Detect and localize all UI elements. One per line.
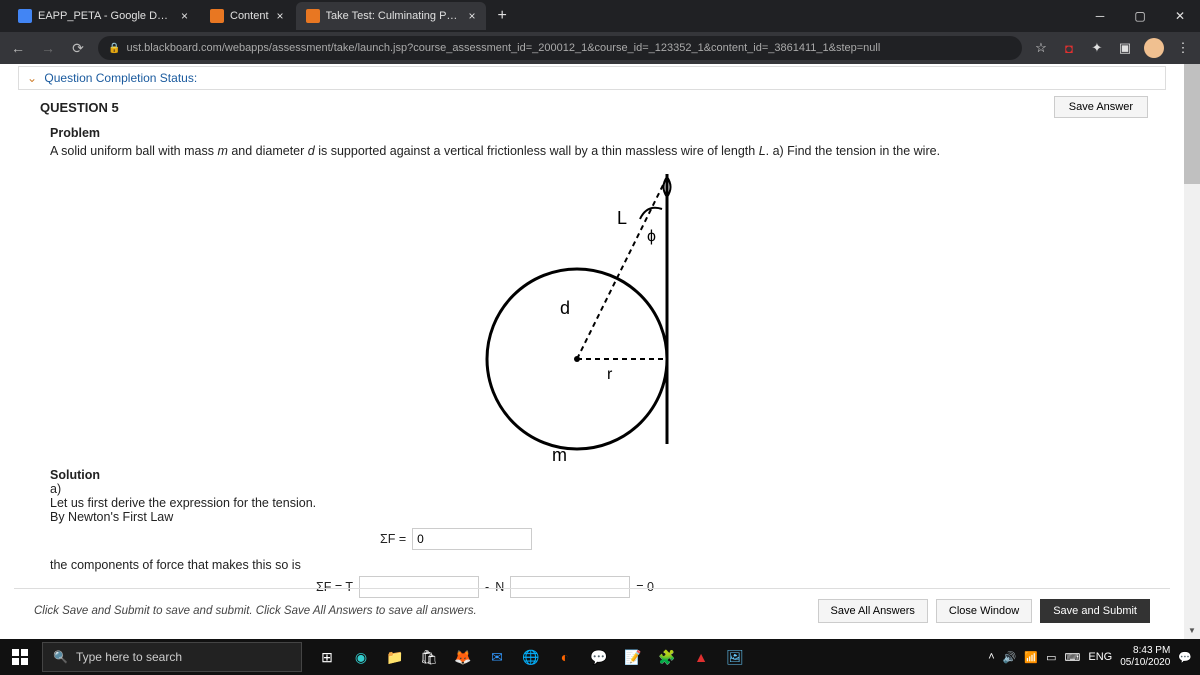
completion-status[interactable]: ⌄ Question Completion Status:	[18, 66, 1166, 90]
browser-tab-strip: EAPP_PETA - Google Docs × Content × Take…	[0, 0, 1200, 32]
status-text: Question Completion Status:	[44, 71, 197, 85]
clock-date: 05/10/2020	[1120, 657, 1170, 669]
problem-label: Problem	[50, 126, 1134, 140]
forward-button[interactable]: →	[38, 40, 58, 56]
messenger-icon[interactable]: 💬	[584, 642, 614, 672]
eq-lhs: ΣF =	[380, 532, 406, 546]
label-m: m	[552, 445, 567, 464]
browser-tab-test[interactable]: Take Test: Culminating PeTa – 020 ×	[296, 2, 486, 30]
url-text: ust.blackboard.com/webapps/assessment/ta…	[126, 42, 880, 54]
label-phi: ϕ	[647, 228, 656, 245]
menu-icon[interactable]: ⋮	[1174, 40, 1192, 56]
solution-part-a: a)	[50, 482, 1134, 496]
clock-time: 8:43 PM	[1120, 645, 1170, 657]
groove-icon[interactable]: ◐	[550, 642, 580, 672]
window-controls: ─ ▢ ✕	[1080, 0, 1200, 32]
page-content: ⌄ Question Completion Status: QUESTION 5…	[0, 64, 1184, 639]
solution-line: the components of force that makes this …	[50, 558, 1134, 572]
profile-avatar[interactable]	[1144, 38, 1164, 58]
problem-text: A solid uniform ball with mass m and dia…	[50, 142, 1134, 161]
eq1-input[interactable]	[412, 528, 532, 550]
search-icon: 🔍	[53, 650, 68, 664]
question-header: QUESTION 5 Save Answer	[0, 96, 1184, 118]
back-button[interactable]: ←	[8, 40, 28, 56]
store-icon[interactable]: 🛍	[414, 642, 444, 672]
browser-tab-content[interactable]: Content ×	[200, 2, 294, 30]
explorer-icon[interactable]: 📁	[380, 642, 410, 672]
question-title: QUESTION 5	[40, 100, 119, 115]
taskbar-search[interactable]: 🔍 Type here to search	[42, 642, 302, 672]
search-placeholder: Type here to search	[76, 650, 182, 664]
mail-icon[interactable]: ✉	[482, 642, 512, 672]
acrobat-icon[interactable]: ▲	[686, 642, 716, 672]
taskbar-clock[interactable]: 8:43 PM 05/10/2020	[1120, 645, 1170, 669]
minimize-button[interactable]: ─	[1080, 0, 1120, 32]
scroll-down-arrow[interactable]: ▼	[1184, 623, 1200, 639]
extensions-icon[interactable]: ✦	[1088, 40, 1106, 56]
chevron-down-icon: ⌄	[27, 71, 37, 85]
task-view-icon[interactable]: ⊞	[312, 642, 342, 672]
close-window-button[interactable]: Close Window	[936, 599, 1032, 623]
solution-line: Let us first derive the expression for t…	[50, 496, 1134, 510]
lock-icon: 🔒	[108, 43, 120, 54]
docs-favicon	[18, 9, 32, 23]
vertical-scrollbar[interactable]: ▲ ▼	[1184, 64, 1200, 639]
windows-taskbar: 🔍 Type here to search ⊞ ◉ 📁 🛍 🦊 ✉ 🌐 ◐ 💬 …	[0, 639, 1200, 675]
new-tab-button[interactable]: +	[488, 7, 517, 25]
tab-title: EAPP_PETA - Google Docs	[38, 10, 173, 22]
label-d: d	[560, 298, 570, 318]
close-window-button[interactable]: ✕	[1160, 0, 1200, 32]
firefox-icon[interactable]: 🦊	[448, 642, 478, 672]
photos-icon[interactable]: 🖼	[720, 642, 750, 672]
notifications-icon[interactable]: 💬	[1178, 651, 1192, 664]
start-button[interactable]	[0, 639, 40, 675]
submit-footer: Click Save and Submit to save and submit…	[14, 588, 1170, 633]
problem-diagram: L ϕ d r m	[472, 169, 712, 464]
blackboard-favicon	[306, 9, 320, 23]
address-bar: ← → ⟳ 🔒 ust.blackboard.com/webapps/asses…	[0, 32, 1200, 64]
wifi-icon[interactable]: 📶	[1024, 651, 1038, 664]
solution-line: By Newton's First Law	[50, 510, 1134, 524]
solution-section: Solution a) Let us first derive the expr…	[0, 468, 1184, 598]
scroll-thumb[interactable]	[1184, 64, 1200, 184]
notes-icon[interactable]: 📝	[618, 642, 648, 672]
extension-icon[interactable]: ◘	[1060, 41, 1078, 56]
maximize-button[interactable]: ▢	[1120, 0, 1160, 32]
bookmark-icon[interactable]: ☆	[1032, 40, 1050, 56]
close-icon[interactable]: ×	[469, 9, 476, 23]
lang-indicator[interactable]: ENG	[1088, 651, 1112, 663]
volume-icon[interactable]: 🔊	[1003, 651, 1017, 664]
save-and-submit-button[interactable]: Save and Submit	[1040, 599, 1150, 623]
url-input[interactable]: 🔒 ust.blackboard.com/webapps/assessment/…	[98, 36, 1022, 60]
save-answer-button[interactable]: Save Answer	[1054, 96, 1148, 118]
blackboard-favicon	[210, 9, 224, 23]
battery-icon[interactable]: ▭	[1046, 651, 1056, 664]
problem-section: Problem A solid uniform ball with mass m…	[0, 126, 1184, 161]
tab-title: Content	[230, 10, 269, 22]
reload-button[interactable]: ⟳	[68, 40, 88, 57]
save-all-answers-button[interactable]: Save All Answers	[818, 599, 928, 623]
task-icons: ⊞ ◉ 📁 🛍 🦊 ✉ 🌐 ◐ 💬 📝 🧩 ▲ 🖼	[312, 642, 750, 672]
close-icon[interactable]: ×	[181, 9, 188, 23]
equation-row-1: ΣF =	[380, 528, 1134, 550]
browser-tab-docs[interactable]: EAPP_PETA - Google Docs ×	[8, 2, 198, 30]
label-r: r	[607, 366, 613, 383]
system-tray: ˄ 🔊 📶 ▭ ⌨ ENG 8:43 PM 05/10/2020 💬	[988, 645, 1200, 669]
label-L: L	[617, 208, 627, 228]
edge-icon[interactable]: ◉	[346, 642, 376, 672]
footer-text: Click Save and Submit to save and submit…	[34, 605, 477, 617]
chrome-icon[interactable]: 🌐	[516, 642, 546, 672]
close-icon[interactable]: ×	[277, 9, 284, 23]
chevron-up-icon[interactable]: ˄	[988, 651, 994, 663]
app-icon[interactable]: 🧩	[652, 642, 682, 672]
input-icon[interactable]: ⌨	[1065, 651, 1081, 664]
solution-label: Solution	[50, 468, 1134, 482]
tab-title: Take Test: Culminating PeTa – 020	[326, 10, 461, 22]
cast-icon[interactable]: ▣	[1116, 40, 1134, 56]
